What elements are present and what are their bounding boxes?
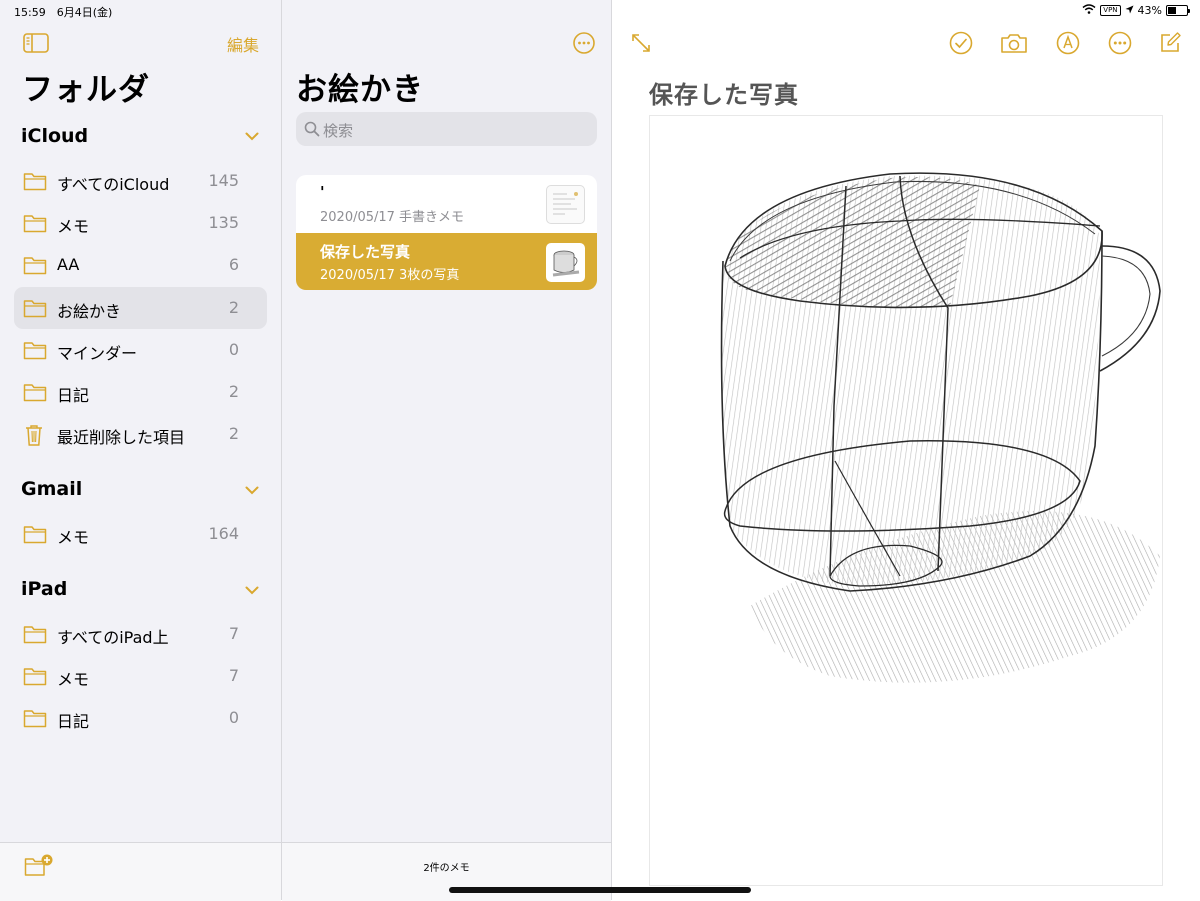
wifi-icon bbox=[1082, 4, 1096, 17]
note-item-selected[interactable]: 保存した写真 2020/05/17 3枚の写真 bbox=[296, 233, 597, 290]
folder-row[interactable]: すべてのiPad上 7 bbox=[14, 613, 267, 655]
folder-count: 0 bbox=[229, 708, 239, 727]
note-title: ' bbox=[320, 183, 325, 201]
checklist-icon[interactable] bbox=[949, 31, 973, 55]
folder-count: 7 bbox=[229, 624, 239, 643]
sidebar-toggle-icon[interactable] bbox=[23, 33, 49, 53]
folder-icon bbox=[23, 255, 47, 279]
folder-name: メモ bbox=[57, 666, 89, 690]
note-meta: 2020/05/17 手書きメモ bbox=[320, 206, 464, 225]
more-icon[interactable] bbox=[1108, 31, 1132, 55]
folder-row[interactable]: メモ 7 bbox=[14, 655, 267, 697]
camera-icon[interactable] bbox=[1000, 32, 1028, 54]
notes-list: ' 2020/05/17 手書きメモ 保存した写真 2020/05/17 3枚の… bbox=[296, 175, 597, 290]
folder-name: AA bbox=[57, 255, 79, 274]
trash-icon bbox=[23, 424, 45, 450]
edit-button[interactable]: 編集 bbox=[227, 32, 259, 56]
note-detail: 保存した写真 bbox=[612, 0, 1200, 900]
chevron-down-icon[interactable] bbox=[245, 132, 259, 141]
note-meta: 2020/05/17 3枚の写真 bbox=[320, 264, 459, 283]
folder-name: マインダー bbox=[57, 340, 137, 364]
battery-fill bbox=[1168, 7, 1176, 14]
search-icon bbox=[304, 121, 320, 137]
folder-name: 最近削除した項目 bbox=[57, 424, 185, 448]
folder-count: 164 bbox=[208, 524, 239, 543]
folder-icon bbox=[23, 298, 47, 322]
compose-icon[interactable] bbox=[1158, 31, 1182, 55]
home-indicator[interactable] bbox=[449, 887, 751, 893]
folder-count: 0 bbox=[229, 340, 239, 359]
location-icon bbox=[1125, 4, 1134, 17]
sidebar-title: フォルダ bbox=[22, 64, 150, 109]
search-placeholder: 検索 bbox=[323, 120, 353, 141]
folder-icon bbox=[23, 382, 47, 406]
search-field[interactable]: 検索 bbox=[296, 112, 597, 146]
status-indicators: VPN 43% bbox=[1082, 4, 1188, 17]
folder-count: 6 bbox=[229, 255, 239, 274]
folder-name: メモ bbox=[57, 213, 89, 237]
folder-row[interactable]: マインダー 0 bbox=[14, 329, 267, 371]
folder-name: メモ bbox=[57, 524, 89, 548]
folder-count: 2 bbox=[229, 298, 239, 317]
folder-name: 日記 bbox=[57, 382, 89, 406]
new-folder-icon[interactable] bbox=[24, 854, 54, 878]
folder-row[interactable]: 日記 2 bbox=[14, 371, 267, 413]
folder-name: お絵かき bbox=[57, 298, 121, 322]
vpn-badge: VPN bbox=[1100, 5, 1120, 16]
folder-row[interactable]: すべてのiCloud 145 bbox=[14, 160, 267, 202]
folder-title: お絵かき bbox=[296, 64, 424, 109]
folder-count: 145 bbox=[208, 171, 239, 190]
note-thumbnail bbox=[546, 243, 585, 282]
battery-icon bbox=[1166, 5, 1188, 16]
chevron-down-icon[interactable] bbox=[245, 586, 259, 595]
section-ipad-header[interactable]: iPad bbox=[21, 578, 67, 600]
note-list-column: お絵かき 検索 ' 2020/05/17 手書きメモ 保存した写真 2020/0… bbox=[282, 0, 612, 900]
status-bar: 15:59 6月4日(金) VPN 43% bbox=[0, 0, 1200, 22]
status-time: 15:59 6月4日(金) bbox=[14, 4, 112, 20]
folder-row[interactable]: 日記 0 bbox=[14, 697, 267, 739]
folder-row[interactable]: 最近削除した項目 2 bbox=[14, 413, 267, 455]
sketch-image bbox=[649, 115, 1163, 886]
chevron-down-icon[interactable] bbox=[245, 486, 259, 495]
folder-name: 日記 bbox=[57, 708, 89, 732]
folder-count: 7 bbox=[229, 666, 239, 685]
note-title: 保存した写真 bbox=[320, 241, 410, 262]
folder-icon bbox=[23, 524, 47, 548]
section-gmail-header[interactable]: Gmail bbox=[21, 478, 82, 500]
expand-icon[interactable] bbox=[630, 32, 652, 54]
folder-icon bbox=[23, 213, 47, 237]
folder-count: 2 bbox=[229, 382, 239, 401]
note-title-heading: 保存した写真 bbox=[649, 75, 799, 110]
battery-percent: 43% bbox=[1138, 4, 1162, 17]
folder-name: すべてのiPad上 bbox=[57, 624, 169, 648]
folder-icon bbox=[23, 666, 47, 690]
folder-row[interactable]: メモ 164 bbox=[14, 513, 267, 555]
folder-name: すべてのiCloud bbox=[57, 171, 169, 195]
folder-count: 135 bbox=[208, 213, 239, 232]
sidebar-toolbar bbox=[0, 842, 281, 901]
folder-row[interactable]: AA 6 bbox=[14, 244, 267, 286]
section-icloud-header[interactable]: iCloud bbox=[21, 125, 88, 147]
note-item[interactable]: ' 2020/05/17 手書きメモ bbox=[296, 175, 597, 232]
more-icon[interactable] bbox=[573, 32, 595, 54]
note-count: 2件のメモ bbox=[282, 859, 611, 874]
folder-count: 2 bbox=[229, 424, 239, 443]
folder-row[interactable]: メモ 135 bbox=[14, 202, 267, 244]
markup-icon[interactable] bbox=[1056, 31, 1080, 55]
folder-row-selected[interactable]: お絵かき 2 bbox=[14, 287, 267, 329]
folder-icon bbox=[23, 708, 47, 732]
folders-sidebar: 編集 フォルダ iCloud すべてのiCloud 145 メモ 135 AA … bbox=[0, 0, 282, 900]
note-thumbnail bbox=[546, 185, 585, 224]
folder-icon bbox=[23, 624, 47, 648]
folder-icon bbox=[23, 171, 47, 195]
folder-icon bbox=[23, 340, 47, 364]
